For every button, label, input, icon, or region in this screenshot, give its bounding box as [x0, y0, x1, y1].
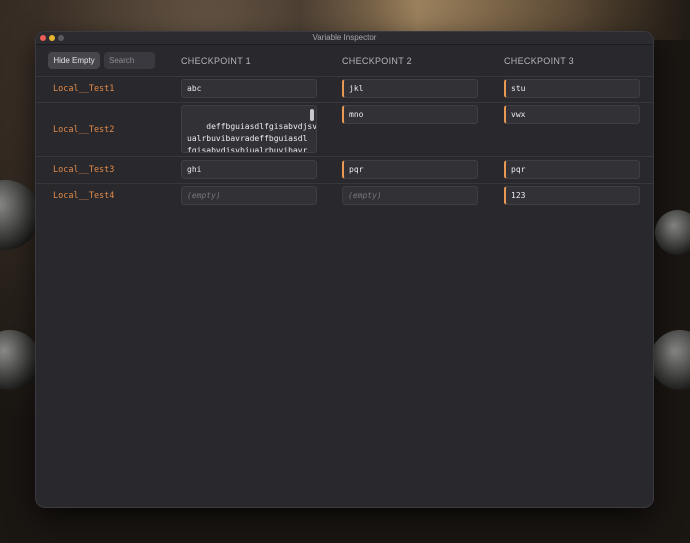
value-cell-empty[interactable]: (empty): [181, 186, 317, 205]
value-cell-changed[interactable]: stu: [504, 79, 640, 98]
value-cell-changed[interactable]: jkl: [342, 79, 478, 98]
hide-empty-button[interactable]: Hide Empty: [48, 52, 100, 69]
row-divider: [36, 76, 653, 77]
column-header-checkpoint-2: CHECKPOINT 2: [342, 56, 412, 66]
value-cell-changed[interactable]: pqr: [504, 160, 640, 179]
value-cell-multiline[interactable]: deffbguiasdlfgisabvdjsvbi ualrbuvibavrad…: [181, 105, 317, 153]
value-cell-changed[interactable]: vwx: [504, 105, 640, 124]
value-cell-empty[interactable]: (empty): [342, 186, 478, 205]
background-knob: [0, 180, 40, 250]
background-knob: [0, 330, 40, 390]
window-title: Variable Inspector: [312, 33, 377, 42]
background-knob: [650, 330, 690, 390]
multiline-value-text: deffbguiasdlfgisabvdjsvbi ualrbuvibavrad…: [187, 122, 317, 153]
variable-name: Local__Test2: [53, 125, 115, 135]
row-divider: [36, 156, 653, 157]
variable-name: Local__Test4: [53, 191, 115, 201]
search-input[interactable]: [104, 52, 155, 69]
value-cell[interactable]: abc: [181, 79, 317, 98]
variable-name: Local__Test3: [53, 165, 115, 175]
column-header-checkpoint-3: CHECKPOINT 3: [504, 56, 574, 66]
row-divider: [36, 183, 653, 184]
column-header-checkpoint-1: CHECKPOINT 1: [181, 56, 251, 66]
row-divider: [36, 102, 653, 103]
value-cell-changed[interactable]: pqr: [342, 160, 478, 179]
cell-scrollbar[interactable]: [310, 109, 314, 121]
title-bar: Variable Inspector: [36, 32, 653, 45]
value-cell[interactable]: ghi: [181, 160, 317, 179]
value-cell-changed[interactable]: mno: [342, 105, 478, 124]
value-cell-changed[interactable]: 123: [504, 186, 640, 205]
variable-inspector-window: Variable Inspector Hide Empty CHECKPOINT…: [36, 32, 653, 507]
variable-name: Local__Test1: [53, 84, 115, 94]
background-knob: [655, 210, 690, 255]
